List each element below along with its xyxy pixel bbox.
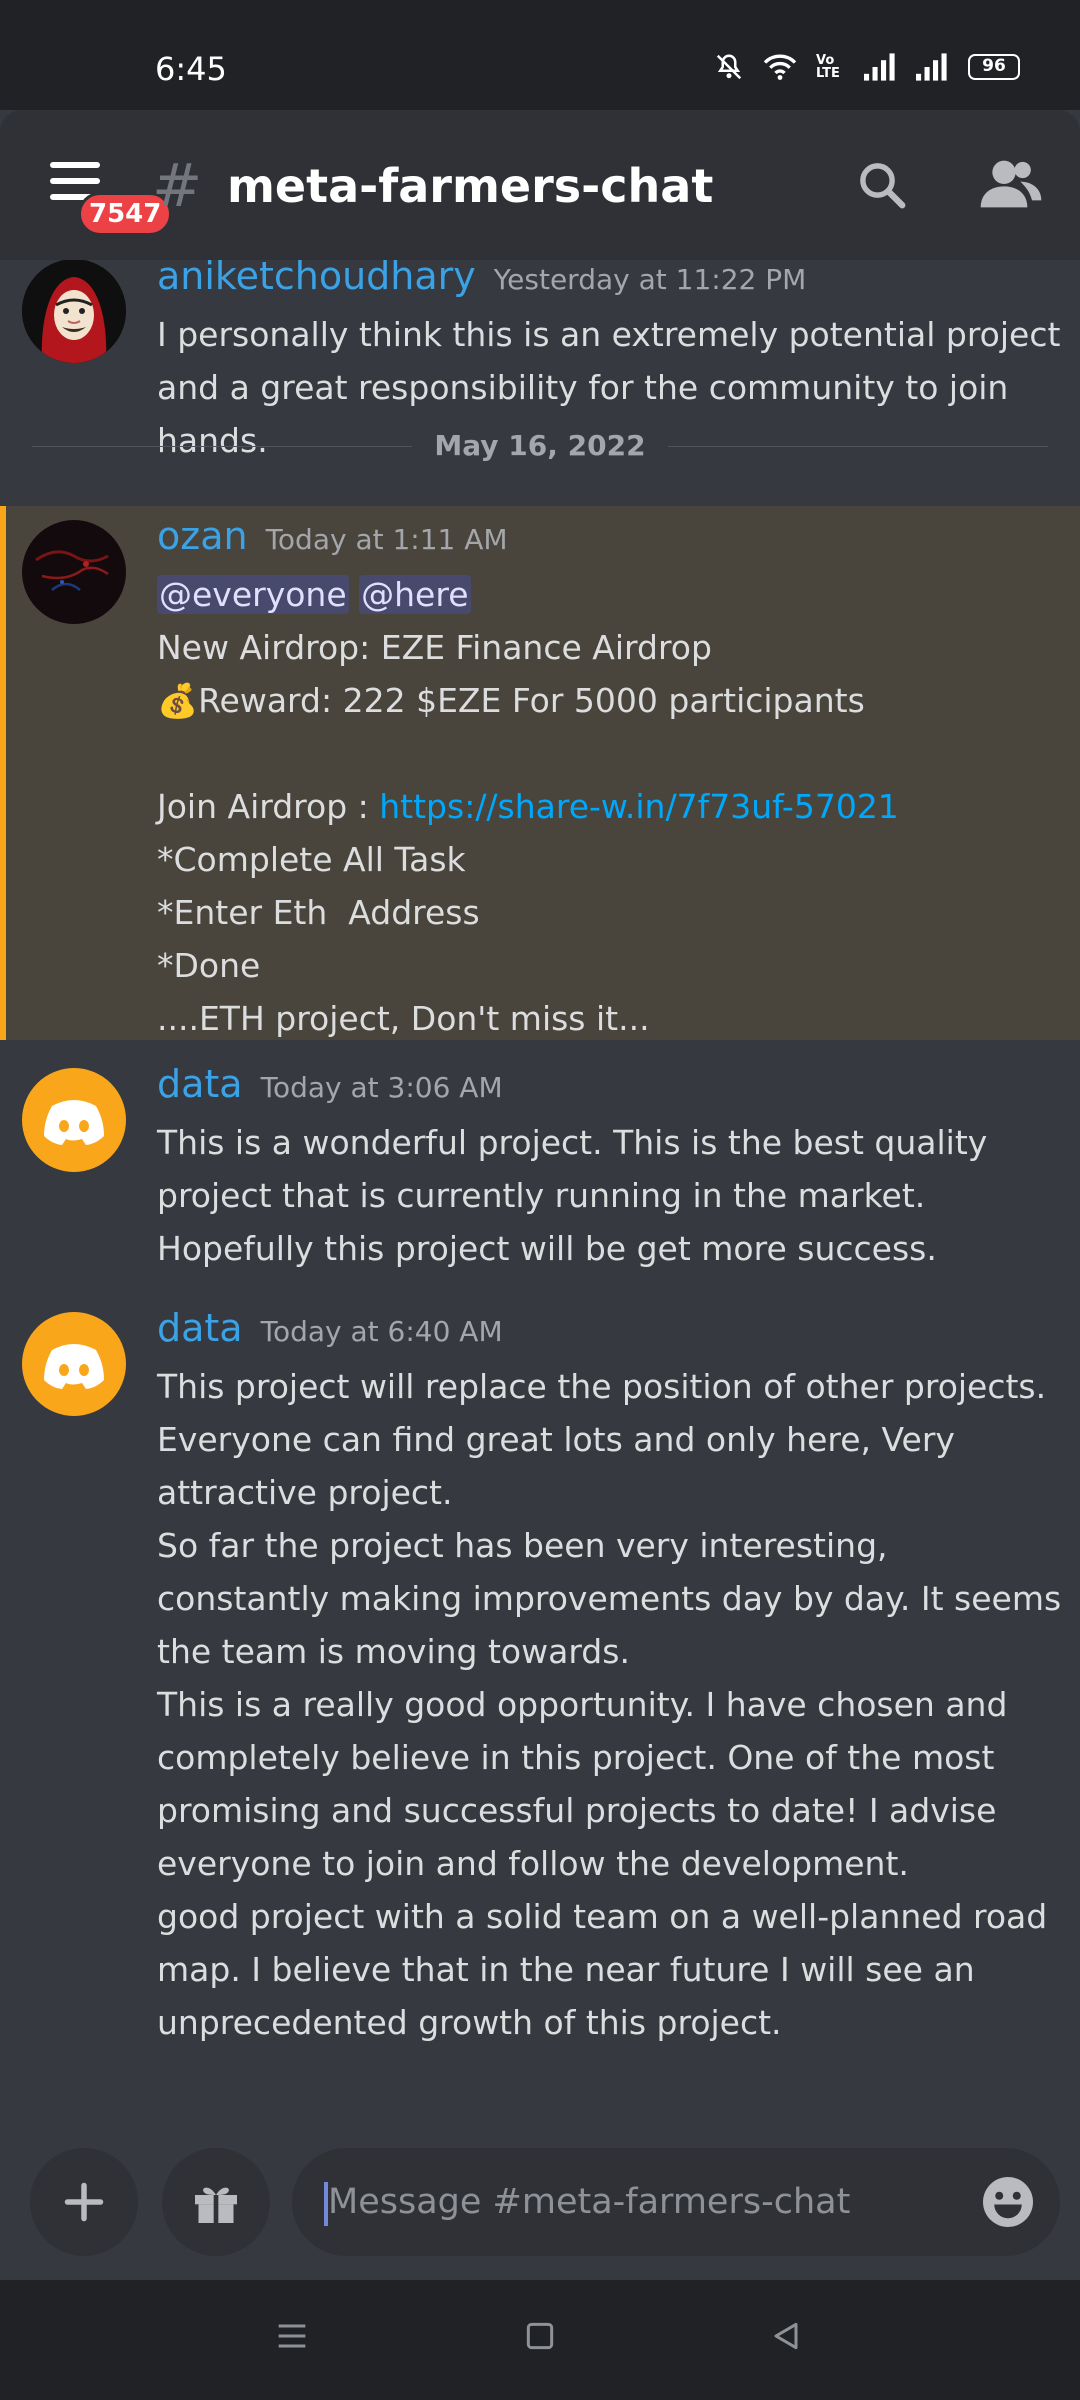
- back-button[interactable]: [766, 2316, 806, 2360]
- message-text: This is a wonderful project. This is the…: [157, 1123, 998, 1268]
- message-content: @everyone @here New Airdrop: EZE Finance…: [157, 568, 1067, 1045]
- timestamp: Today at 3:06 AM: [260, 1071, 503, 1104]
- mention-here[interactable]: @here: [359, 575, 471, 614]
- system-navigation-bar: [0, 2280, 1080, 2400]
- home-button[interactable]: [520, 2316, 560, 2360]
- message-text: *Complete All Task: [157, 840, 466, 879]
- status-icons: Vo LTE 96: [714, 52, 1020, 82]
- author-name[interactable]: data: [157, 1062, 243, 1106]
- message-text: *Enter Eth Address: [157, 893, 480, 932]
- author-name[interactable]: aniketchoudhary: [157, 260, 476, 298]
- date-divider: May 16, 2022: [32, 426, 1048, 466]
- avatar[interactable]: [22, 1312, 126, 1416]
- back-icon: [774, 2322, 798, 2350]
- mute-bell-icon: [716, 54, 742, 80]
- date-divider-label: May 16, 2022: [32, 426, 1048, 466]
- message-content: This is a wonderful project. This is the…: [157, 1116, 1067, 1275]
- join-prefix: Join Airdrop :: [157, 787, 380, 826]
- members-icon: [980, 160, 1042, 208]
- volte-label: Vo LTE: [816, 53, 840, 81]
- signal-icon-1: [864, 53, 895, 81]
- mask-avatar-icon: [22, 260, 126, 363]
- discord-logo-icon: [44, 1344, 104, 1389]
- hash-icon: #: [152, 151, 203, 221]
- message-header: data Today at 3:06 AM: [157, 1062, 503, 1106]
- avatar[interactable]: [22, 260, 126, 363]
- channel-title[interactable]: meta-farmers-chat: [227, 158, 713, 214]
- message-text: New Airdrop: EZE Finance Airdrop: [157, 628, 712, 667]
- timestamp: Yesterday at 11:22 PM: [493, 263, 807, 296]
- search-icon: [860, 163, 906, 209]
- message-text: This is a really good opportunity. I hav…: [157, 1685, 1018, 1883]
- mention-line: @everyone @here: [157, 568, 1067, 621]
- join-line: Join Airdrop : https://share-w.in/7f73uf…: [157, 780, 1067, 833]
- app-frame: 7547 # meta-farmers-chat aniketchoudhary…: [0, 110, 1080, 2280]
- plus-icon: [64, 2182, 104, 2222]
- recent-apps-icon: [278, 2324, 306, 2348]
- message-text: good project with a solid team on a well…: [157, 1897, 1058, 2042]
- message-text: *Done: [157, 946, 261, 985]
- emoji-icon: [983, 2177, 1033, 2227]
- message-input[interactable]: Message #meta-farmers-chat: [292, 2148, 1060, 2256]
- channel-header: 7547 # meta-farmers-chat: [0, 110, 1080, 260]
- message-header: data Today at 6:40 AM: [157, 1306, 503, 1350]
- add-attachment-button[interactable]: [30, 2148, 138, 2256]
- status-bar: 6:45 Vo LTE 96: [0, 0, 1080, 110]
- author-name[interactable]: ozan: [157, 514, 248, 558]
- gift-button[interactable]: [162, 2148, 270, 2256]
- wifi-icon: [763, 54, 797, 80]
- timestamp: Today at 6:40 AM: [260, 1315, 503, 1348]
- hamburger-menu-icon: [50, 162, 100, 168]
- emoji-button[interactable]: [978, 2172, 1038, 2236]
- timestamp: Today at 1:11 AM: [265, 523, 508, 556]
- author-name[interactable]: data: [157, 1306, 243, 1350]
- avatar[interactable]: [22, 1068, 126, 1172]
- message-list[interactable]: aniketchoudhary Yesterday at 11:22 PM I …: [0, 260, 1080, 2150]
- search-button[interactable]: [855, 158, 909, 216]
- message-composer: Message #meta-farmers-chat: [0, 2108, 1080, 2280]
- home-icon: [526, 2322, 554, 2350]
- message-text: So far the project has been very interes…: [157, 1526, 1072, 1671]
- message-header: aniketchoudhary Yesterday at 11:22 PM: [157, 260, 806, 298]
- avatar[interactable]: [22, 520, 126, 624]
- discord-logo-icon: [44, 1100, 104, 1145]
- recent-apps-button[interactable]: [272, 2316, 312, 2360]
- message-text: 💰Reward: 222 $EZE For 5000 participants: [157, 681, 865, 720]
- message-text: This project will replace the position o…: [157, 1367, 1057, 1512]
- menu-bar: [50, 178, 100, 184]
- signal-icon-2: [916, 53, 947, 81]
- battery-indicator: 96: [968, 54, 1020, 80]
- gift-icon: [195, 2187, 237, 2223]
- members-button[interactable]: [978, 156, 1044, 216]
- message-content: This project will replace the position o…: [157, 1360, 1067, 2049]
- dark-avatar-icon: [22, 520, 126, 624]
- message-text: ....ETH project, Don't miss it...: [157, 999, 650, 1038]
- message-header: ozan Today at 1:11 AM: [157, 514, 508, 558]
- airdrop-link[interactable]: https://share-w.in/7f73uf-57021: [379, 787, 899, 826]
- status-time: 6:45: [155, 50, 227, 88]
- message-input-placeholder: Message #meta-farmers-chat: [328, 2182, 851, 2222]
- mention-everyone[interactable]: @everyone: [157, 575, 349, 614]
